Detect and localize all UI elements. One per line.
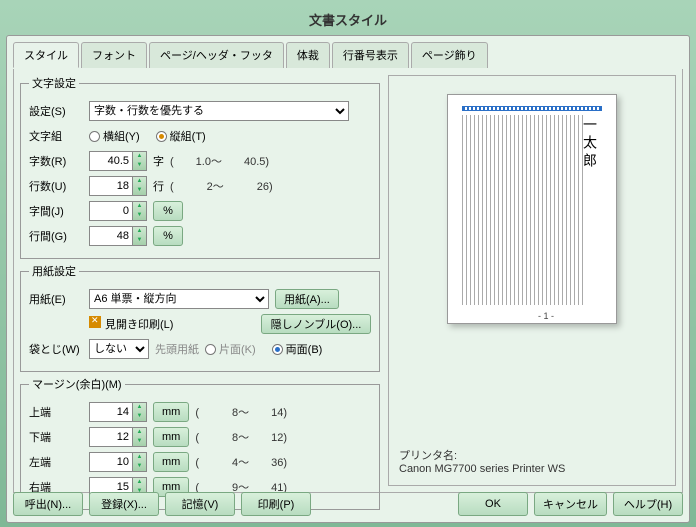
window-title: 文書スタイル	[6, 6, 690, 35]
katamen-radio: 片面(K)	[205, 341, 256, 357]
printer-label: プリンタ名:	[399, 447, 665, 463]
tab-style[interactable]: スタイル	[13, 42, 79, 68]
margin-legend: マージン(余白)(M)	[29, 376, 125, 392]
fukuro-select[interactable]: しない	[89, 339, 149, 359]
margin-left-label: 左端	[29, 454, 83, 470]
gyosu-range: ( 2～ 26)	[170, 178, 273, 194]
printer-name: Canon MG7700 series Printer WS	[399, 463, 665, 475]
tab-decoration[interactable]: ページ飾り	[411, 42, 488, 68]
print-button[interactable]: 印刷(P)	[241, 492, 311, 516]
paper-select[interactable]: A6 単票・縦方向	[89, 289, 269, 309]
gyosu-label: 行数(U)	[29, 178, 83, 194]
fukuro-label: 袋とじ(W)	[29, 341, 83, 357]
jisu-unit: 字	[153, 153, 164, 169]
tab-bar: スタイル フォント ページ/ヘッダ・フッタ 体裁 行番号表示 ページ飾り	[13, 42, 683, 68]
help-button[interactable]: ヘルプ(H)	[613, 492, 683, 516]
margin-left-range: ( 4～ 36)	[195, 454, 287, 470]
margin-top-unit[interactable]: mm	[153, 402, 189, 422]
register-button[interactable]: 登録(X)...	[89, 492, 159, 516]
paper-settings-legend: 用紙設定	[29, 263, 79, 279]
jikan-pct-button[interactable]: %	[153, 201, 183, 221]
cancel-button[interactable]: キャンセル	[534, 492, 607, 516]
paper-settings-group: 用紙設定 用紙(E) A6 単票・縦方向 用紙(A)... 見開き印刷(L) 隠…	[20, 263, 380, 372]
mojikumi-label: 文字組	[29, 128, 83, 144]
button-bar: 呼出(N)... 登録(X)... 記憶(V) 印刷(P) OK キャンセル ヘ…	[13, 492, 683, 516]
jisu-label: 字数(R)	[29, 153, 83, 169]
memory-button[interactable]: 記憶(V)	[165, 492, 235, 516]
yoko-radio[interactable]: 横組(Y)	[89, 128, 140, 144]
gyosu-spinner[interactable]: ▲▼	[89, 176, 147, 196]
gyokan-pct-button[interactable]: %	[153, 226, 183, 246]
gyosu-unit: 行	[153, 178, 164, 194]
margin-left-unit[interactable]: mm	[153, 452, 189, 472]
tab-page[interactable]: ページ/ヘッダ・フッタ	[149, 42, 284, 68]
paper-button[interactable]: 用紙(A)...	[275, 289, 339, 309]
paper-label: 用紙(E)	[29, 291, 83, 307]
margin-left-spinner[interactable]: ▲▼	[89, 452, 147, 472]
ryomen-radio[interactable]: 両面(B)	[272, 341, 323, 357]
margin-top-range: ( 8～ 14)	[195, 404, 287, 420]
recall-button[interactable]: 呼出(N)...	[13, 492, 83, 516]
ok-button[interactable]: OK	[458, 492, 528, 516]
char-settings-group: 文字設定 設定(S) 字数・行数を優先する 文字組 横組(Y) 縦組(T) 字数…	[20, 75, 380, 259]
jikan-label: 字間(J)	[29, 203, 83, 219]
jisu-range: ( 1.0～ 40.5)	[170, 153, 269, 169]
margin-bottom-spinner[interactable]: ▲▼	[89, 427, 147, 447]
gyokan-spinner[interactable]: ▲▼	[89, 226, 147, 246]
margin-group: マージン(余白)(M) 上端 ▲▼ mm ( 8～ 14) 下端 ▲▼ mm (…	[20, 376, 380, 510]
jisu-spinner[interactable]: ▲▼	[89, 151, 147, 171]
margin-bottom-label: 下端	[29, 429, 83, 445]
page-preview: 一太郎 - 1 -	[447, 94, 617, 324]
tab-content: 文字設定 設定(S) 字数・行数を優先する 文字組 横組(Y) 縦組(T) 字数…	[13, 69, 683, 493]
margin-bottom-unit[interactable]: mm	[153, 427, 189, 447]
char-settings-legend: 文字設定	[29, 75, 79, 91]
preview-panel: 一太郎 - 1 - プリンタ名: Canon MG7700 series Pri…	[388, 75, 676, 486]
preview-pagenum: - 1 -	[462, 311, 630, 321]
tab-font[interactable]: フォント	[81, 42, 147, 68]
hidenumber-button[interactable]: 隠しノンブル(O)...	[261, 314, 371, 334]
spread-checkbox[interactable]: 見開き印刷(L)	[89, 316, 173, 332]
dialog-panel: スタイル フォント ページ/ヘッダ・フッタ 体裁 行番号表示 ページ飾り 文字設…	[6, 35, 690, 523]
margin-bottom-range: ( 8～ 12)	[195, 429, 287, 445]
jikan-spinner[interactable]: ▲▼	[89, 201, 147, 221]
gyokan-label: 行間(G)	[29, 228, 83, 244]
tab-layout[interactable]: 体裁	[286, 42, 330, 68]
margin-top-label: 上端	[29, 404, 83, 420]
tate-radio[interactable]: 縦組(T)	[156, 128, 206, 144]
preview-text: 一太郎	[580, 117, 600, 171]
setting-label: 設定(S)	[29, 103, 83, 119]
sentou-label: 先頭用紙	[155, 341, 199, 357]
tab-linenum[interactable]: 行番号表示	[332, 42, 409, 68]
margin-top-spinner[interactable]: ▲▼	[89, 402, 147, 422]
setting-select[interactable]: 字数・行数を優先する	[89, 101, 349, 121]
